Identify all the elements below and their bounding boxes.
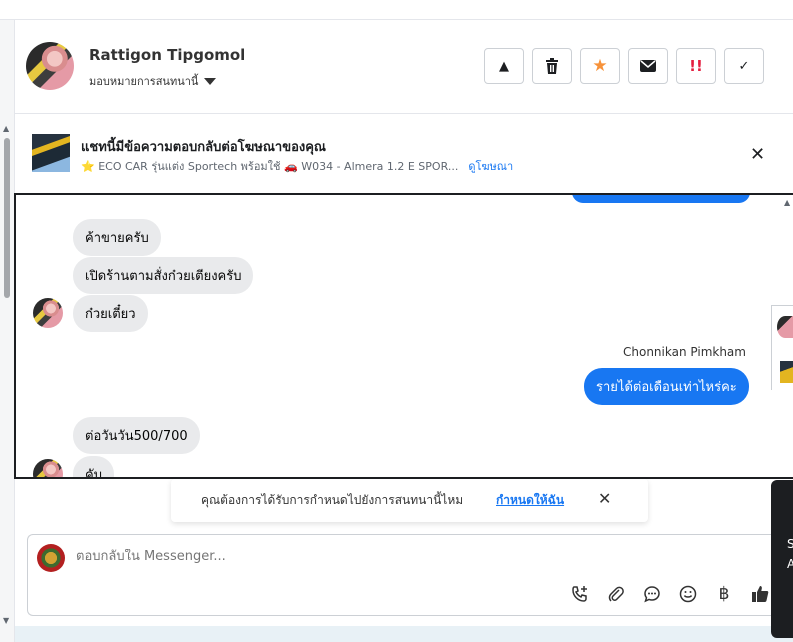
side-avatar — [777, 316, 793, 338]
mail-icon — [640, 60, 656, 72]
trash-icon — [546, 58, 558, 74]
scroll-up-icon[interactable]: ▲ — [3, 124, 9, 133]
ad-description: ⭐ ECO CAR รุ่นแต่ง Sportech พร้อมใช้ 🚗 W… — [81, 160, 459, 173]
contact-avatar-small[interactable] — [33, 298, 63, 328]
check-icon: ✓ — [738, 58, 750, 74]
message-composer: ฿ — [27, 534, 793, 616]
scrollbar-thumb[interactable] — [4, 138, 10, 298]
assign-label: มอบหมายการสนทนานี้ — [89, 75, 199, 88]
delete-button[interactable] — [532, 48, 572, 84]
incoming-message[interactable]: เปิดร้านตามสั่งก๋วยเตียงครับ — [73, 257, 254, 294]
side-dark-text: S A — [787, 537, 793, 571]
urgent-icon: !! — [689, 57, 703, 75]
urgent-button[interactable]: !! — [676, 48, 716, 84]
incoming-message[interactable]: ค้าขายครับ — [73, 219, 161, 256]
scroll-down-icon[interactable]: ▼ — [3, 616, 9, 625]
incoming-message[interactable]: คับ — [73, 456, 114, 477]
header-actions: ▲ ★ !! ✓ — [484, 48, 764, 84]
outgoing-message[interactable]: รายได้ต่อเดือนเท่าไหร่คะ — [584, 368, 749, 405]
ad-thumbnail — [32, 134, 70, 172]
close-icon[interactable]: ✕ — [750, 144, 765, 165]
sender-name: Chonnikan Pimkham — [623, 345, 746, 359]
emoji-icon[interactable] — [677, 583, 699, 605]
incoming-message[interactable]: ต่อวันวัน500/700 — [73, 417, 200, 454]
mark-unread-button[interactable] — [628, 48, 668, 84]
saved-reply-icon[interactable] — [641, 583, 663, 605]
call-add-icon[interactable] — [569, 583, 591, 605]
reply-input[interactable] — [76, 549, 676, 564]
contact-avatar[interactable] — [26, 42, 74, 90]
reminder-text: คุณต้องการได้รับการกำหนดไปยังการสนทนานี้… — [201, 493, 464, 507]
report-button[interactable]: ▲ — [484, 48, 524, 84]
close-icon[interactable]: ✕ — [598, 489, 611, 508]
outgoing-message-partial — [572, 195, 750, 203]
page-avatar — [37, 544, 65, 572]
contact-avatar-small[interactable] — [33, 459, 63, 477]
message-thread[interactable]: ▲ ค้าขายครับ เปิดร้านตามสั่งก๋วยเตียงครั… — [14, 193, 793, 479]
conversation-header: Rattigon Tipgomol มอบหมายการสนทนานี้ ▲ ★ — [15, 20, 793, 114]
ad-reply-banner: แชทนี้มีข้อความตอบกลับต่อโฆษณาของคุณ ⭐ E… — [15, 114, 793, 194]
view-ad-link[interactable]: ดูโฆษณา — [468, 157, 513, 175]
thread-scroll-up-icon[interactable]: ▲ — [784, 198, 790, 207]
warning-icon: ▲ — [499, 58, 509, 74]
contact-name[interactable]: Rattigon Tipgomol — [89, 46, 245, 64]
chevron-down-icon — [204, 77, 217, 85]
incoming-message[interactable]: ก๋วยเตี๋ยว — [73, 295, 148, 332]
side-ad-thumbnail — [780, 361, 793, 383]
ad-banner-subtitle: ⭐ ECO CAR รุ่นแต่ง Sportech พร้อมใช้ 🚗 W… — [81, 157, 513, 175]
attachment-icon[interactable] — [605, 583, 627, 605]
page-scrollbar[interactable]: ▲ ▼ — [0, 20, 15, 642]
star-icon: ★ — [592, 56, 608, 76]
done-button[interactable]: ✓ — [724, 48, 764, 84]
composer-toolbar: ฿ — [569, 583, 771, 605]
ad-banner-title: แชทนี้มีข้อความตอบกลับต่อโฆษณาของคุณ — [81, 140, 326, 155]
assign-to-me-link[interactable]: กำหนดให้ฉัน — [496, 491, 564, 510]
top-strip — [0, 0, 793, 20]
assign-reminder: คุณต้องการได้รับการกำหนดไปยังการสนทนานี้… — [171, 479, 648, 522]
bottom-strip — [15, 626, 793, 642]
thumbs-up-icon[interactable] — [749, 583, 771, 605]
star-button[interactable]: ★ — [580, 48, 620, 84]
assign-dropdown[interactable]: มอบหมายการสนทนานี้ — [89, 72, 217, 90]
baht-icon[interactable]: ฿ — [713, 583, 735, 605]
